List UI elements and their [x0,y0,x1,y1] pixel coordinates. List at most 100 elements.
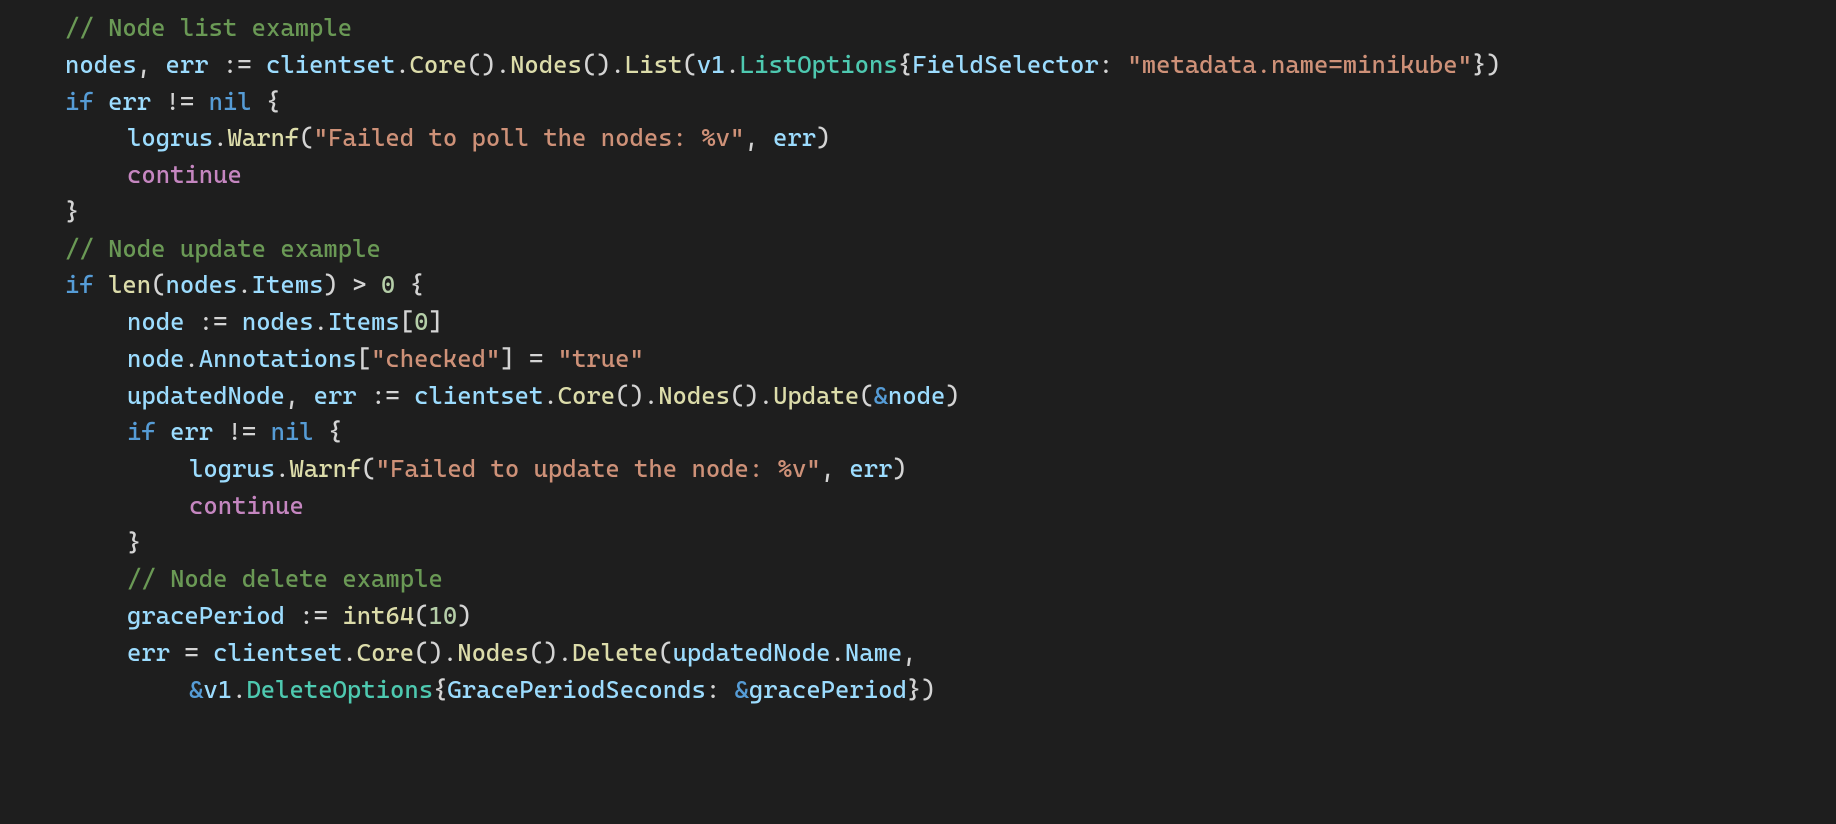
op-gt: > [338,270,381,299]
comment: // Node delete example [127,564,443,593]
call-List: List [625,50,682,79]
parens: (). [582,50,625,79]
bracket-open: [ [357,344,371,373]
number-literal: 0 [414,307,428,336]
ident-node: node [127,307,184,336]
paren-open: ( [859,381,873,410]
comma: , [137,50,166,79]
pkg-v1: v1 [697,50,726,79]
code-editor[interactable]: // Node list example nodes, err := clien… [0,0,1836,708]
number-literal: 0 [381,270,395,299]
brace-open: { [314,417,343,446]
field-Annotations: Annotations [199,344,357,373]
string-literal: "Failed to update the node: %v" [376,454,821,483]
paren-open: ( [361,454,375,483]
dot: . [831,638,845,667]
op-neq: != [151,87,208,116]
string-literal: "true" [558,344,644,373]
bracket-close-eq: ] = [500,344,557,373]
ident-err: err [166,50,209,79]
colon: : [706,675,735,704]
parens: (). [467,50,510,79]
dot: . [725,50,739,79]
ident-logrus: logrus [127,123,213,152]
brace-open: { [395,270,424,299]
paren-close: ) [892,454,906,483]
op-assign: := [184,307,241,336]
ident-logrus: logrus [189,454,275,483]
comment: // Node update example [65,234,381,263]
call-Warnf: Warnf [290,454,362,483]
paren-open: ( [414,601,428,630]
op-assign: := [357,381,414,410]
dot: . [184,344,198,373]
ident-nodes: nodes [65,50,137,79]
call-Nodes: Nodes [658,381,730,410]
comma: , [744,123,773,152]
ident-nodes: nodes [166,270,238,299]
space [156,417,170,446]
paren-open: ( [151,270,165,299]
field-Name: Name [845,638,902,667]
op-eq: = [170,638,213,667]
field-FieldSelector: FieldSelector [912,50,1099,79]
pkg-v1: v1 [203,675,232,704]
field-Items: Items [328,307,400,336]
comma: , [902,638,916,667]
keyword-nil: nil [209,87,252,116]
call-Nodes: Nodes [457,638,529,667]
number-literal: 10 [428,601,457,630]
bracket-open: [ [400,307,414,336]
parens: (). [529,638,572,667]
call-Update: Update [773,381,859,410]
parens: (). [730,381,773,410]
colon: : [1099,50,1128,79]
call-Delete: Delete [572,638,658,667]
ident-clientset: clientset [414,381,543,410]
ident-clientset: clientset [266,50,395,79]
brace-close: } [65,197,79,226]
paren-open: ( [658,638,672,667]
comment: // Node list example [65,13,352,42]
ident-node: node [888,381,945,410]
brace-open: { [433,675,447,704]
brace-close: }) [1472,50,1501,79]
field-Items: Items [252,270,324,299]
dot: . [395,50,409,79]
paren-close: ) [945,381,959,410]
space [94,87,108,116]
keyword-if: if [127,417,156,446]
op-addressof: & [874,381,888,410]
ident-err: err [127,638,170,667]
keyword-if: if [65,87,94,116]
brace-open: { [898,50,912,79]
keyword-continue: continue [189,491,304,520]
op-addressof: & [735,675,749,704]
paren-open: ( [299,123,313,152]
dot: . [314,307,328,336]
ident-updatedNode: updatedNode [127,381,285,410]
brace-close: }) [907,675,936,704]
bracket-close: ] [428,307,442,336]
parens: (). [414,638,457,667]
call-len: len [108,270,151,299]
comma: , [285,381,314,410]
call-Nodes: Nodes [510,50,582,79]
dot: . [237,270,251,299]
ident-gracePeriod: gracePeriod [127,601,285,630]
keyword-if: if [65,270,94,299]
op-assign: := [209,50,266,79]
dot: . [275,454,289,483]
comma: , [821,454,850,483]
call-Core: Core [410,50,467,79]
paren-close: ) [457,601,471,630]
paren-close: ) [816,123,830,152]
op-addressof: & [189,675,203,704]
string-literal: "metadata.name=minikube" [1127,50,1472,79]
brace-open: { [252,87,281,116]
keyword-continue: continue [127,160,242,189]
ident-clientset: clientset [213,638,342,667]
call-Core: Core [558,381,615,410]
ident-err: err [108,87,151,116]
ident-err: err [314,381,357,410]
